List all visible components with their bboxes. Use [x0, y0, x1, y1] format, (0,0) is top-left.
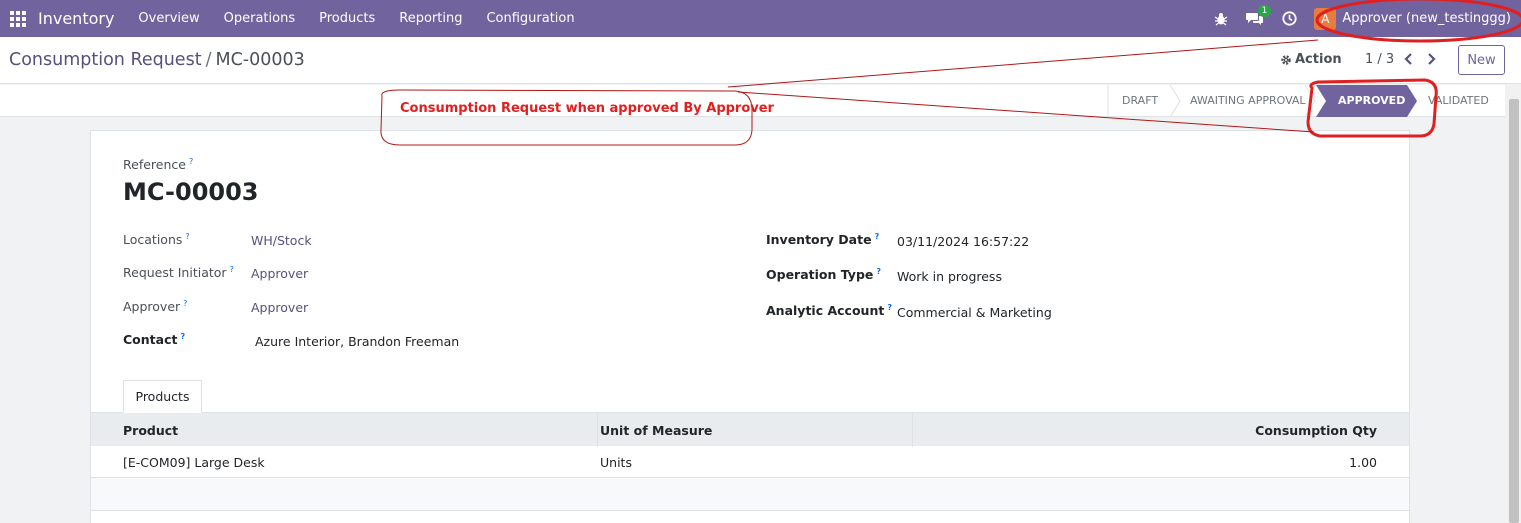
- user-menu[interactable]: A Approver (new_testinggg): [1306, 0, 1521, 37]
- debug-bug-icon[interactable]: [1208, 0, 1234, 37]
- analytic-account-value[interactable]: Commercial & Marketing: [897, 305, 1052, 320]
- contact-label: Contact?: [123, 332, 186, 348]
- help-tooltip-icon[interactable]: ?: [876, 267, 881, 276]
- gear-icon: [1281, 54, 1291, 65]
- locations-label: Locations?: [123, 232, 190, 248]
- stage-validated[interactable]: VALIDATED: [1428, 94, 1489, 107]
- cell-consumption-qty: 1.00: [1349, 455, 1377, 470]
- breadcrumb-parent-link[interactable]: Consumption Request: [9, 50, 202, 70]
- help-tooltip-icon[interactable]: ?: [189, 157, 193, 166]
- table-empty-row: [91, 478, 1409, 511]
- scrollbar-thumb[interactable]: [1509, 99, 1519, 523]
- stage-awaiting-approval[interactable]: AWAITING APPROVAL: [1190, 94, 1306, 107]
- inventory-date-value[interactable]: 03/11/2024 16:57:22: [897, 234, 1029, 249]
- inventory-date-label: Inventory Date?: [766, 232, 880, 248]
- analytic-account-label: Analytic Account?: [766, 303, 892, 319]
- table-row[interactable]: [E-COM09] Large Desk Units 1.00: [91, 446, 1409, 478]
- breadcrumb-current: MC-00003: [215, 50, 305, 70]
- activity-clock-icon[interactable]: [1276, 0, 1302, 37]
- help-tooltip-icon[interactable]: ?: [183, 299, 187, 308]
- user-name: Approver (new_testinggg): [1342, 11, 1511, 26]
- app-name[interactable]: Inventory: [38, 9, 114, 28]
- pager-previous-chevron-icon[interactable]: [1402, 51, 1416, 67]
- reference-value: MC-00003: [123, 178, 259, 206]
- stage-draft[interactable]: DRAFT: [1122, 94, 1158, 107]
- table-header: Product Unit of Measure Consumption Qty: [91, 412, 1409, 447]
- menu-products[interactable]: Products: [319, 11, 375, 26]
- breadcrumb: Consumption Request / MC-00003: [9, 50, 305, 70]
- menu-reporting[interactable]: Reporting: [399, 11, 462, 26]
- cell-unit-of-measure: Units: [600, 455, 632, 470]
- reference-label: Reference?: [123, 157, 194, 173]
- operation-type-value[interactable]: Work in progress: [897, 269, 1002, 284]
- locations-value[interactable]: WH/Stock: [251, 233, 312, 248]
- menu-configuration[interactable]: Configuration: [486, 11, 574, 26]
- annotation-callout-text: Consumption Request when approved By App…: [400, 101, 774, 116]
- operation-type-label: Operation Type?: [766, 267, 882, 283]
- approver-value[interactable]: Approver: [251, 300, 308, 315]
- action-menu-button[interactable]: Action: [1280, 52, 1342, 67]
- breadcrumb-separator: /: [205, 50, 212, 70]
- stage-approved[interactable]: APPROVED: [1338, 94, 1405, 107]
- control-panel: Consumption Request / MC-00003 Action 1 / …: [0, 37, 1521, 84]
- column-divider: [912, 413, 913, 447]
- top-navbar: Inventory Overview Operations Products R…: [0, 0, 1521, 37]
- column-divider: [597, 413, 598, 447]
- action-label: Action: [1295, 52, 1342, 67]
- approver-label: Approver?: [123, 299, 188, 315]
- form-sheet: Reference? MC-00003 Locations? WH/Stock …: [90, 130, 1410, 523]
- cell-product: [E-COM09] Large Desk: [123, 455, 265, 470]
- pager-value[interactable]: 1 / 3: [1365, 52, 1394, 67]
- column-header-consumption-qty[interactable]: Consumption Qty: [1255, 423, 1377, 438]
- help-tooltip-icon[interactable]: ?: [185, 232, 189, 241]
- messages-count-badge: 1: [1257, 5, 1272, 17]
- help-tooltip-icon[interactable]: ?: [230, 265, 234, 274]
- messages-chat-icon[interactable]: 1: [1242, 0, 1272, 37]
- help-tooltip-icon[interactable]: ?: [875, 232, 880, 241]
- column-header-unit-of-measure[interactable]: Unit of Measure: [600, 423, 712, 438]
- request-initiator-value[interactable]: Approver: [251, 266, 308, 281]
- help-tooltip-icon[interactable]: ?: [887, 303, 892, 312]
- apps-menu-icon[interactable]: [0, 0, 36, 37]
- tab-products[interactable]: Products: [123, 380, 202, 413]
- request-initiator-label: Request Initiator?: [123, 265, 234, 281]
- contact-value[interactable]: Azure Interior, Brandon Freeman: [255, 334, 459, 349]
- scrollbar[interactable]: [1507, 85, 1521, 523]
- avatar: A: [1314, 7, 1337, 30]
- menu-overview[interactable]: Overview: [138, 11, 199, 26]
- column-header-product[interactable]: Product: [123, 423, 178, 438]
- menu-operations[interactable]: Operations: [224, 11, 295, 26]
- new-record-button[interactable]: New: [1458, 45, 1505, 75]
- pager-next-chevron-icon[interactable]: [1424, 51, 1438, 67]
- help-tooltip-icon[interactable]: ?: [180, 332, 185, 341]
